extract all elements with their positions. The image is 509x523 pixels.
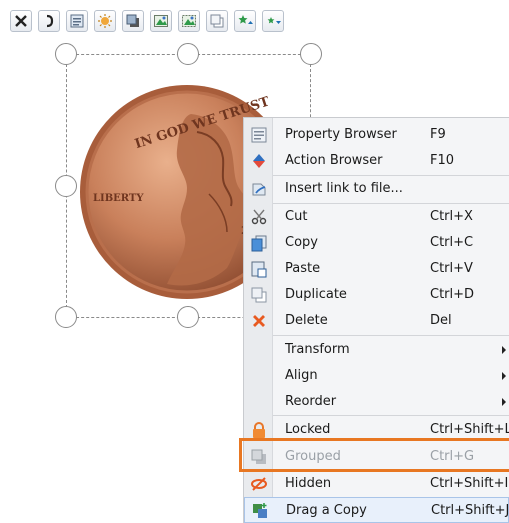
menu-item-shortcut: Ctrl+Shift+I (430, 476, 509, 491)
menu-item-insert-link[interactable]: Insert link to file... (244, 176, 509, 202)
hidden-icon (251, 477, 267, 491)
resize-handle-left[interactable] (55, 175, 77, 197)
star-down-icon[interactable] (262, 10, 284, 32)
menu-item-label: Hidden (285, 476, 332, 491)
duplicate-icon (251, 287, 267, 303)
menu-item-label: Drag a Copy (286, 503, 367, 518)
menu-item-delete[interactable]: Delete Del (244, 308, 509, 334)
menu-item-label: Insert link to file... (285, 181, 403, 196)
menu-item-duplicate[interactable]: Duplicate Ctrl+D (244, 282, 509, 308)
menu-item-label: Property Browser (285, 127, 397, 142)
menu-item-shortcut: Ctrl+Shift+L (430, 422, 509, 437)
menu-item-transform[interactable]: Transform (244, 337, 509, 363)
menu-item-label: Align (285, 368, 318, 383)
link-icon (252, 183, 266, 196)
menu-item-copy[interactable]: Copy Ctrl+C (244, 230, 509, 256)
menu-item-label: Locked (285, 422, 331, 437)
menu-item-label: Cut (285, 209, 308, 224)
menu-item-shortcut: Del (430, 313, 452, 328)
paste-icon (251, 261, 267, 278)
menu-item-shortcut: Ctrl+Shift+J (431, 503, 509, 518)
menu-item-shortcut: F9 (430, 127, 446, 142)
menu-item-shortcut: Ctrl+X (430, 209, 473, 224)
menu-separator (273, 335, 509, 336)
properties-icon[interactable] (66, 10, 88, 32)
menu-item-label: Paste (285, 261, 321, 276)
resize-handle-bottom-left[interactable] (55, 306, 77, 328)
submenu-arrow-icon (502, 346, 506, 354)
delete-icon (253, 315, 265, 327)
highlight-callout (239, 438, 509, 472)
menu-item-paste[interactable]: Paste Ctrl+V (244, 256, 509, 282)
scissors-icon (251, 209, 267, 225)
menu-item-shortcut: F10 (430, 153, 455, 168)
resize-handle-top-right[interactable] (300, 43, 322, 65)
menu-item-hidden[interactable]: Hidden Ctrl+Shift+I (244, 471, 509, 497)
menu-item-label: Action Browser (285, 153, 383, 168)
lock-icon (253, 422, 265, 438)
submenu-arrow-icon (502, 398, 506, 406)
menu-item-label: Copy (285, 235, 318, 250)
brightness-icon[interactable] (94, 10, 116, 32)
menu-item-label: Transform (285, 342, 350, 357)
drag-copy-icon (253, 503, 267, 518)
property-browser-icon (251, 127, 267, 143)
star-up-icon[interactable] (234, 10, 256, 32)
menu-item-shortcut: Ctrl+C (430, 235, 474, 250)
submenu-arrow-icon (502, 372, 506, 380)
resize-handle-bottom[interactable] (177, 306, 199, 328)
copy-icon (251, 235, 267, 252)
menu-item-align[interactable]: Align (244, 363, 509, 389)
menu-item-drag-a-copy[interactable]: Drag a Copy Ctrl+Shift+J (244, 497, 509, 523)
image-effects-icon[interactable] (178, 10, 200, 32)
menu-item-shortcut: Ctrl+V (430, 261, 473, 276)
image-adjust-icon[interactable] (150, 10, 172, 32)
menu-item-action-browser[interactable]: Action Browser F10 (244, 148, 509, 174)
shadow-icon[interactable] (122, 10, 144, 32)
crop-icon[interactable] (38, 10, 60, 32)
action-browser-icon (253, 154, 265, 168)
menu-item-reorder[interactable]: Reorder (244, 389, 509, 415)
menu-item-property-browser[interactable]: Property Browser F9 (244, 122, 509, 148)
duplicate-icon[interactable] (206, 10, 228, 32)
menu-item-label: Reorder (285, 394, 337, 409)
fit-icon[interactable] (10, 10, 32, 32)
menu-item-label: Duplicate (285, 287, 347, 302)
menu-item-label: Delete (285, 313, 328, 328)
resize-handle-top-left[interactable] (55, 43, 77, 65)
menu-item-cut[interactable]: Cut Ctrl+X (244, 204, 509, 230)
menu-separator (273, 415, 509, 416)
resize-handle-top[interactable] (177, 43, 199, 65)
menu-item-shortcut: Ctrl+D (430, 287, 475, 302)
